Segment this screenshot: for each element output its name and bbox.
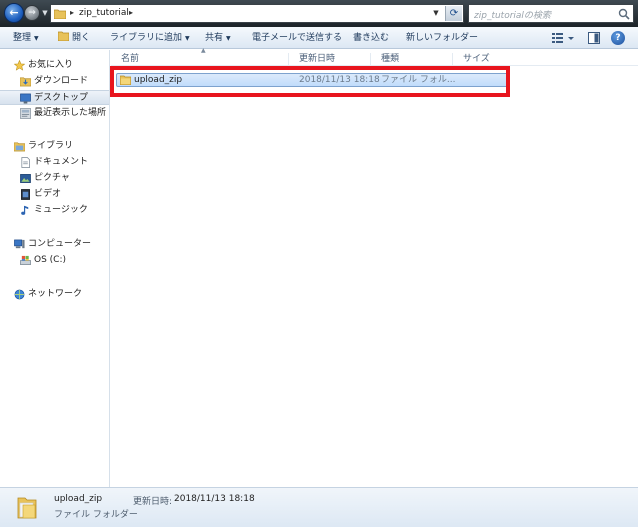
nav-recent-places-label: 最近表示した場所 <box>34 108 107 118</box>
nav-favorites[interactable]: お気に入り <box>0 58 109 73</box>
nav-pictures[interactable]: ピクチャ <box>0 171 109 186</box>
desktop-icon <box>20 93 31 104</box>
nav-videos[interactable]: ビデオ <box>0 187 109 202</box>
navigation-pane: お気に入り ダウンロード デスクトップ 最近表示した場所 ライブラリ ドキュメン… <box>0 50 110 487</box>
chevron-down-icon: ▼ <box>433 9 439 17</box>
nav-downloads-label: ダウンロード <box>34 76 89 86</box>
breadcrumb-zip-tutorial[interactable]: zip_tutorial <box>79 8 129 18</box>
breadcrumb-separator[interactable]: ▸ <box>70 8 74 17</box>
nav-computer-label: コンピューター <box>28 239 92 249</box>
back-arrow-icon: ← <box>9 6 19 19</box>
open-folder-icon <box>58 31 69 41</box>
nav-documents-label: ドキュメント <box>34 157 89 167</box>
caret-down-icon: ▼ <box>34 35 39 42</box>
nav-videos-label: ビデオ <box>34 189 62 199</box>
open-label: 開く <box>72 33 91 43</box>
back-button[interactable]: ← <box>4 3 24 23</box>
nav-os-drive-label: OS (C:) <box>34 255 66 265</box>
nav-downloads[interactable]: ダウンロード <box>0 74 109 89</box>
nav-desktop[interactable]: デスクトップ <box>0 90 109 105</box>
download-folder-icon <box>20 77 31 87</box>
file-list[interactable]: upload_zip 2018/11/13 18:18 ファイル フォル... <box>111 67 638 487</box>
email-label: 電子メールで送信する <box>252 33 343 43</box>
nav-computer[interactable]: コンピューター <box>0 237 109 252</box>
recent-pages-dropdown[interactable]: ▼ <box>41 8 49 18</box>
column-type-label: 種類 <box>381 54 400 64</box>
new-folder-label: 新しいフォルダー <box>406 33 479 43</box>
column-type[interactable]: 種類 <box>370 53 451 65</box>
details-modified-value: 2018/11/13 18:18 <box>174 494 255 504</box>
document-icon <box>21 157 30 168</box>
search-placeholder: zip_tutorialの検索 <box>474 11 551 21</box>
search-input[interactable]: zip_tutorialの検索 <box>468 4 634 23</box>
nav-favorites-label: お気に入り <box>28 60 74 70</box>
folder-icon <box>17 497 37 519</box>
email-button[interactable]: 電子メールで送信する <box>252 31 342 45</box>
burn-button[interactable]: 書き込む <box>353 31 389 45</box>
pictures-icon <box>20 174 31 183</box>
nav-libraries[interactable]: ライブラリ <box>0 139 109 154</box>
breadcrumb-separator[interactable]: ▸ <box>129 8 133 17</box>
highlight-annotation <box>110 66 510 97</box>
nav-recent-places[interactable]: 最近表示した場所 <box>0 106 109 121</box>
organize-button[interactable]: 整理 ▼ <box>13 31 39 45</box>
nav-desktop-label: デスクトップ <box>34 93 89 103</box>
forward-arrow-icon: → <box>28 8 36 18</box>
nav-network-label: ネットワーク <box>28 289 83 299</box>
caret-down-icon: ▼ <box>226 35 231 42</box>
column-name[interactable]: 名前 <box>111 53 288 65</box>
column-header-bar: ▲ 名前 更新日時 種類 サイズ <box>111 47 638 66</box>
organize-label: 整理 <box>13 33 32 43</box>
preview-pane-icon[interactable] <box>588 32 600 44</box>
help-icon: ? <box>615 33 621 43</box>
add-to-library-label: ライブラリに追加 <box>110 33 183 43</box>
recent-places-icon <box>20 108 31 119</box>
address-dropdown[interactable]: ▼ <box>429 6 443 21</box>
refresh-button[interactable]: ⟳ <box>445 6 462 21</box>
network-icon <box>14 289 25 300</box>
search-icon[interactable] <box>618 8 630 20</box>
burn-label: 書き込む <box>353 33 390 43</box>
refresh-icon: ⟳ <box>449 8 459 19</box>
nav-pictures-label: ピクチャ <box>34 173 70 183</box>
folder-icon <box>54 9 66 19</box>
column-name-label: 名前 <box>121 54 140 64</box>
share-button[interactable]: 共有 ▼ <box>205 31 231 45</box>
change-view-icon[interactable] <box>551 32 575 44</box>
address-bar[interactable]: ▸ zip_tutorial ▸ ▼ ⟳ <box>50 4 464 23</box>
nav-documents[interactable]: ドキュメント <box>0 155 109 170</box>
help-button[interactable]: ? <box>611 31 625 45</box>
add-to-library-button[interactable]: ライブラリに追加 ▼ <box>110 31 190 45</box>
nav-music-label: ミュージック <box>34 205 88 215</box>
column-size[interactable]: サイズ <box>452 53 512 65</box>
details-name: upload_zip <box>54 494 103 504</box>
command-bar: 整理 ▼ 開く ライブラリに追加 ▼ 共有 ▼ 電子メールで送信する 書き込む 新しい… <box>0 27 638 49</box>
star-icon <box>14 60 25 71</box>
library-icon <box>14 142 25 152</box>
nav-music[interactable]: ミュージック <box>0 203 109 218</box>
share-label: 共有 <box>205 33 224 43</box>
forward-button[interactable]: → <box>24 5 40 21</box>
drive-icon <box>20 255 31 265</box>
details-pane: upload_zip ファイル フォルダー 更新日時: 2018/11/13 1… <box>0 487 638 527</box>
column-size-label: サイズ <box>463 54 490 64</box>
nav-os-drive[interactable]: OS (C:) <box>0 253 109 268</box>
chevron-down-icon: ▼ <box>42 9 48 17</box>
computer-icon <box>14 239 25 249</box>
nav-network[interactable]: ネットワーク <box>0 287 109 302</box>
new-folder-button[interactable]: 新しいフォルダー <box>406 31 478 45</box>
video-icon <box>21 189 30 200</box>
column-modified[interactable]: 更新日時 <box>288 53 369 65</box>
details-modified-label: 更新日時: <box>133 497 173 507</box>
music-note-icon <box>21 205 29 215</box>
details-type: ファイル フォルダー <box>54 510 138 520</box>
address-area: ← → ▼ ▸ zip_tutorial ▸ ▼ ⟳ zip_tutorialの… <box>0 0 638 27</box>
nav-libraries-label: ライブラリ <box>28 141 74 151</box>
open-button[interactable]: 開く <box>58 31 90 45</box>
caret-down-icon: ▼ <box>185 35 190 42</box>
column-modified-label: 更新日時 <box>299 54 336 64</box>
